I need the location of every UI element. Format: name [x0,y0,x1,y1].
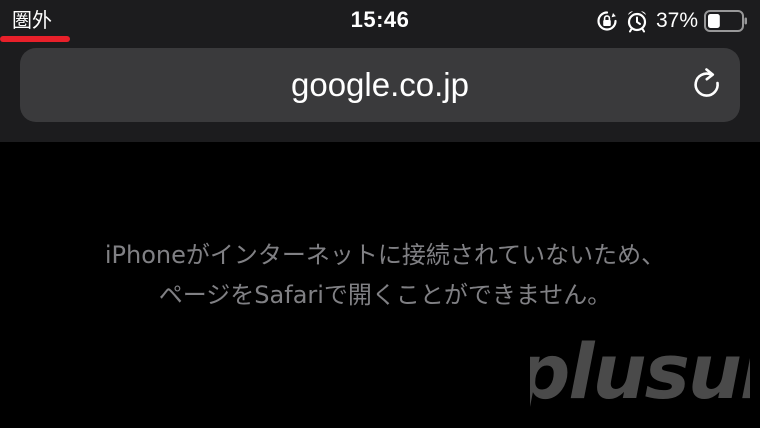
address-bar[interactable]: google.co.jp [20,48,740,122]
battery-icon [704,10,747,32]
safari-top-bar: 圏外 15:46 37% google.co.jp [0,0,760,142]
offline-error-message: iPhoneがインターネットに接続されていないため、ページをSafariで開くこ… [104,241,666,309]
battery-percentage: 37% [655,9,698,32]
carrier-highlight-underline [0,36,70,42]
lock-rotation-icon [597,11,617,31]
status-bar: 圏外 15:46 37% [0,0,760,44]
watermark-logo: plusul [530,328,750,416]
svg-text:plusul: plusul [530,328,750,416]
url-text[interactable]: google.co.jp [20,48,740,122]
status-indicators: 37% [596,7,748,35]
alarm-icon [627,11,647,33]
reload-icon[interactable] [688,66,726,104]
